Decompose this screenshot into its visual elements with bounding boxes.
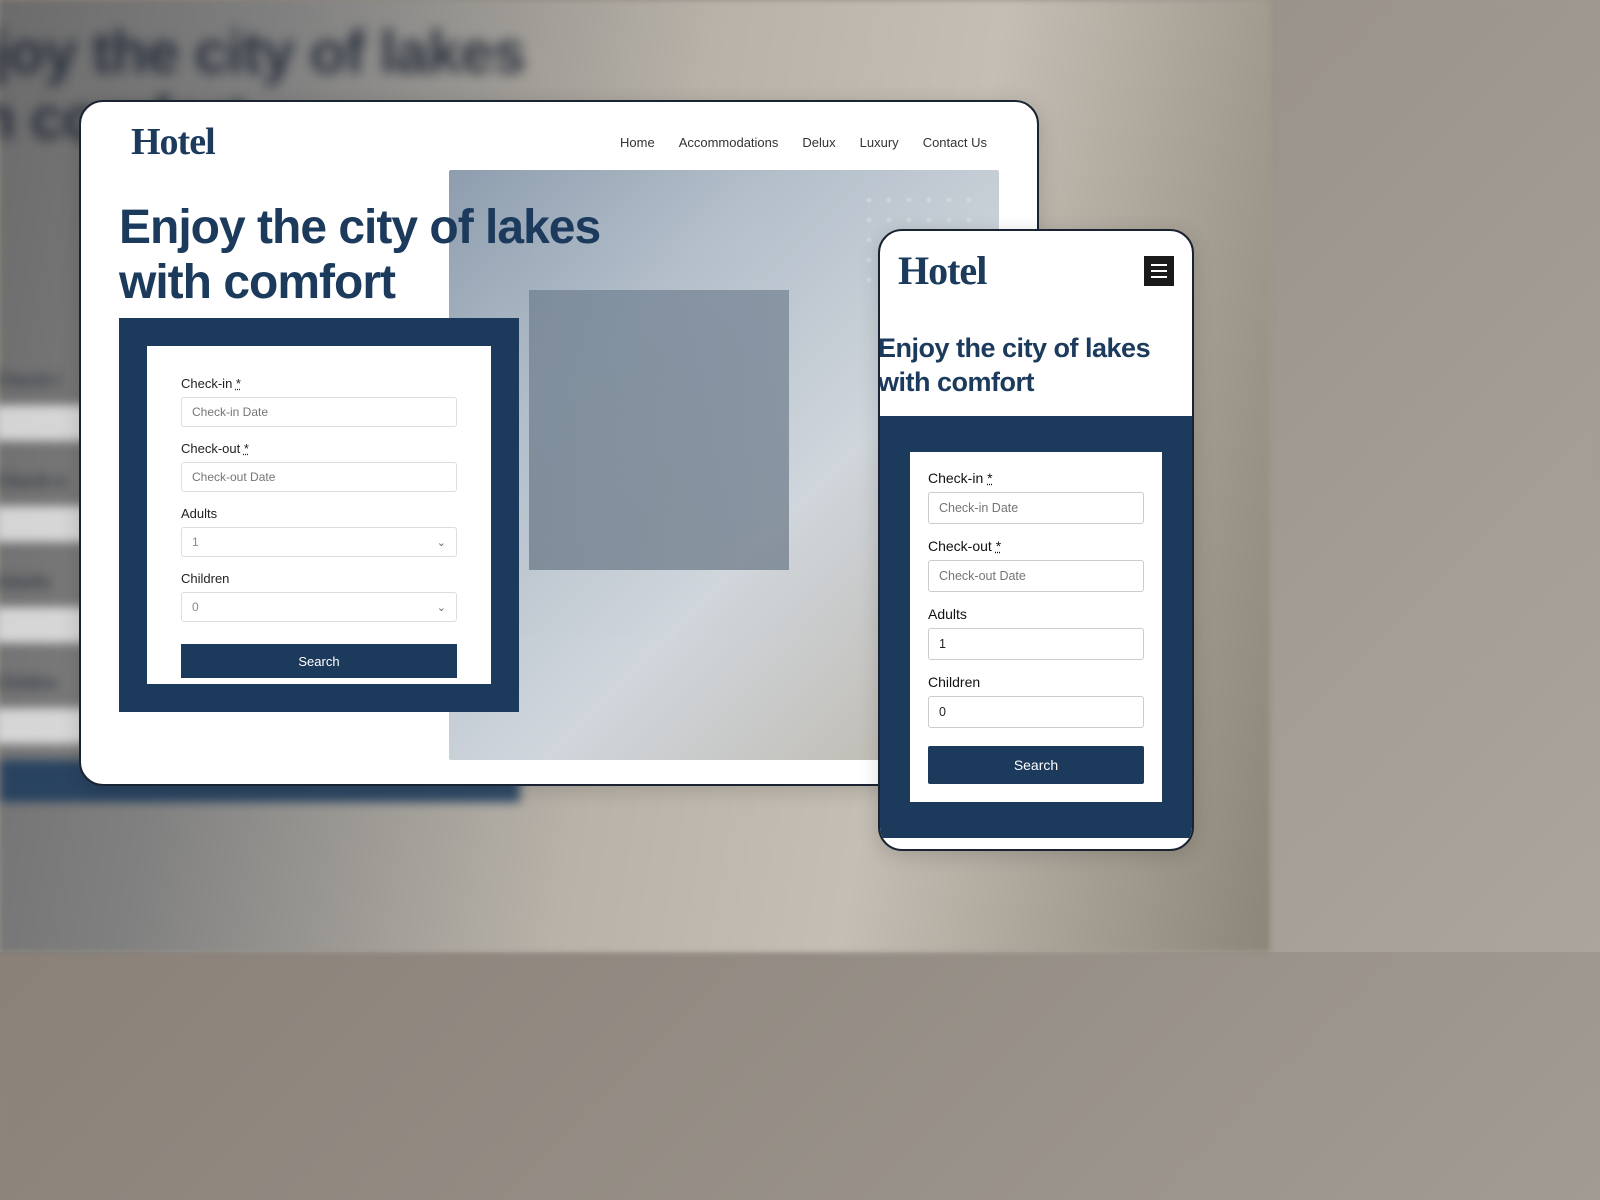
nav-accommodations[interactable]: Accommodations xyxy=(679,135,779,150)
nav-delux[interactable]: Delux xyxy=(802,135,835,150)
checkin-label: Check-in * xyxy=(181,376,457,391)
nav-contact[interactable]: Contact Us xyxy=(923,135,987,150)
booking-form-container: Check-in * Check-out * Adults Children S… xyxy=(878,416,1194,838)
children-field: Children xyxy=(928,674,1144,728)
search-button[interactable]: Search xyxy=(928,746,1144,784)
children-input[interactable] xyxy=(928,696,1144,728)
desktop-header: Hotel Home Accommodations Delux Luxury C… xyxy=(81,102,1037,164)
adults-field: Adults 1 ⌄ xyxy=(181,506,457,557)
checkout-field: Check-out * xyxy=(928,538,1144,592)
booking-form: Check-in * Check-out * Adults 1 ⌄ Childr… xyxy=(147,346,491,684)
main-nav: Home Accommodations Delux Luxury Contact… xyxy=(620,135,987,150)
background-form-blur: Check-i Check-o Adults Childre xyxy=(0,340,85,744)
checkin-field: Check-in * xyxy=(928,470,1144,524)
booking-form: Check-in * Check-out * Adults Children S… xyxy=(910,452,1162,802)
mobile-header: Hotel xyxy=(880,231,1192,294)
checkout-label: Check-out * xyxy=(181,441,457,456)
adults-label: Adults xyxy=(181,506,457,521)
adults-field: Adults xyxy=(928,606,1144,660)
hamburger-icon xyxy=(1151,264,1167,266)
chevron-down-icon: ⌄ xyxy=(437,601,446,614)
hamburger-menu-button[interactable] xyxy=(1144,256,1174,286)
children-label: Children xyxy=(928,674,1144,690)
children-field: Children 0 ⌄ xyxy=(181,571,457,622)
nav-home[interactable]: Home xyxy=(620,135,655,150)
checkin-label: Check-in * xyxy=(928,470,1144,486)
checkin-input[interactable] xyxy=(181,397,457,427)
checkin-input[interactable] xyxy=(928,492,1144,524)
checkout-label: Check-out * xyxy=(928,538,1144,554)
mobile-footer-text: Fugiat nulla began as xyxy=(880,838,1192,852)
logo[interactable]: Hotel xyxy=(898,247,986,294)
adults-input[interactable] xyxy=(928,628,1144,660)
adults-select[interactable]: 1 ⌄ xyxy=(181,527,457,557)
chevron-down-icon: ⌄ xyxy=(437,536,446,549)
children-label: Children xyxy=(181,571,457,586)
search-button[interactable]: Search xyxy=(181,644,457,678)
hero-title: Enjoy the city of lakes with comfort xyxy=(119,200,600,310)
checkout-input[interactable] xyxy=(928,560,1144,592)
mobile-preview: Hotel Enjoy the city of lakes with comfo… xyxy=(878,229,1194,851)
logo[interactable]: Hotel xyxy=(131,120,215,164)
nav-luxury[interactable]: Luxury xyxy=(860,135,899,150)
checkout-input[interactable] xyxy=(181,462,457,492)
adults-label: Adults xyxy=(928,606,1144,622)
checkin-field: Check-in * xyxy=(181,376,457,427)
checkout-field: Check-out * xyxy=(181,441,457,492)
children-select[interactable]: 0 ⌄ xyxy=(181,592,457,622)
booking-form-container: Check-in * Check-out * Adults 1 ⌄ Childr… xyxy=(119,318,519,712)
hero-title: Enjoy the city of lakes with comfort xyxy=(878,294,1192,416)
